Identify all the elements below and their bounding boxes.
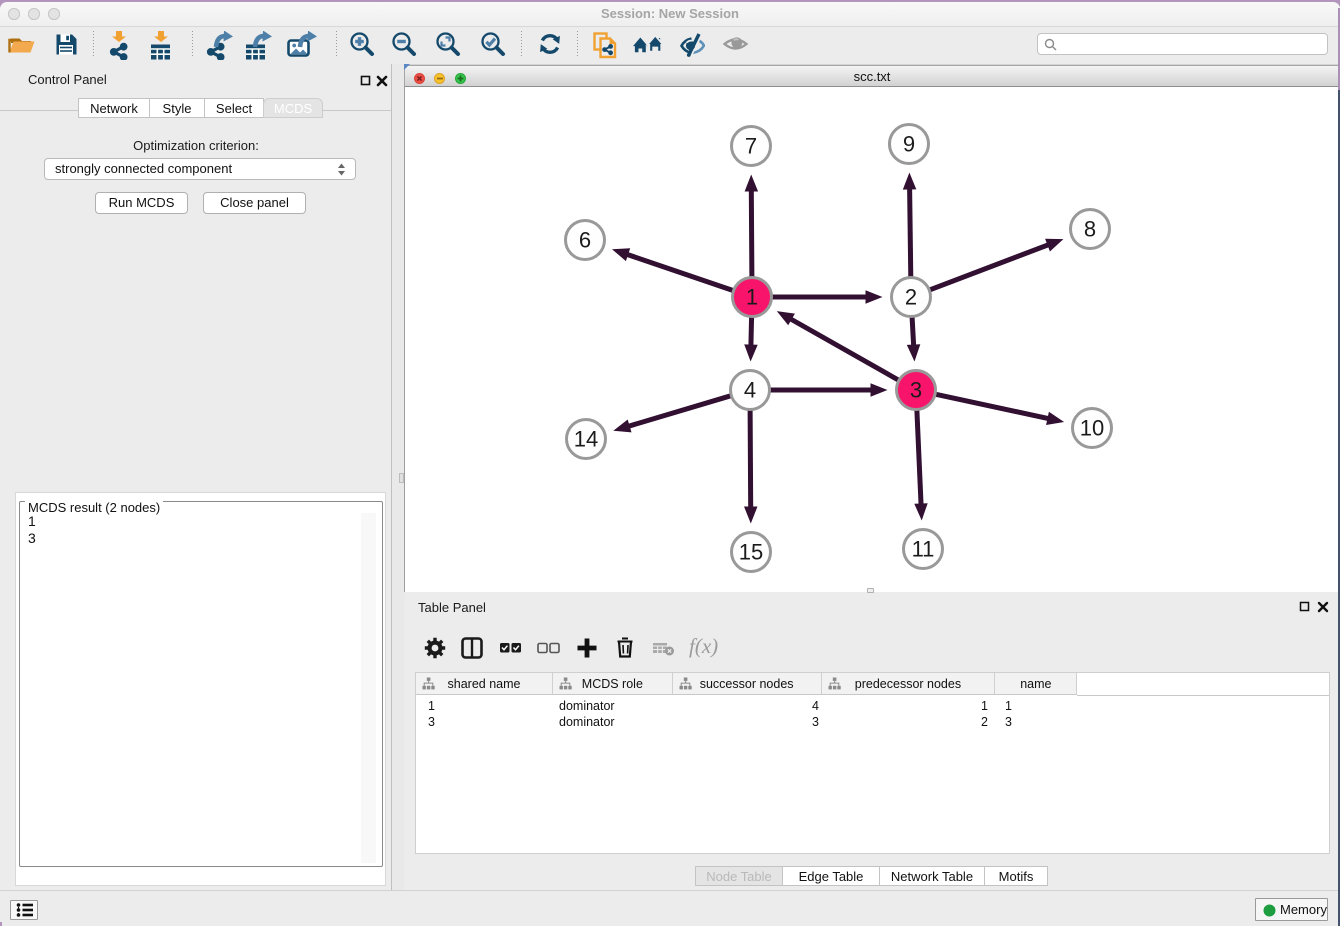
svg-text:9: 9 bbox=[903, 132, 915, 157]
svg-text:8: 8 bbox=[1084, 217, 1096, 242]
svg-text:3: 3 bbox=[910, 378, 922, 403]
svg-text:4: 4 bbox=[744, 378, 756, 403]
svg-text:7: 7 bbox=[745, 134, 757, 159]
svg-text:10: 10 bbox=[1080, 416, 1104, 441]
svg-text:11: 11 bbox=[912, 537, 935, 562]
svg-text:6: 6 bbox=[579, 228, 591, 253]
svg-text:15: 15 bbox=[739, 540, 763, 565]
svg-text:2: 2 bbox=[905, 285, 917, 310]
svg-text:1: 1 bbox=[746, 285, 758, 310]
svg-text:14: 14 bbox=[574, 427, 598, 452]
